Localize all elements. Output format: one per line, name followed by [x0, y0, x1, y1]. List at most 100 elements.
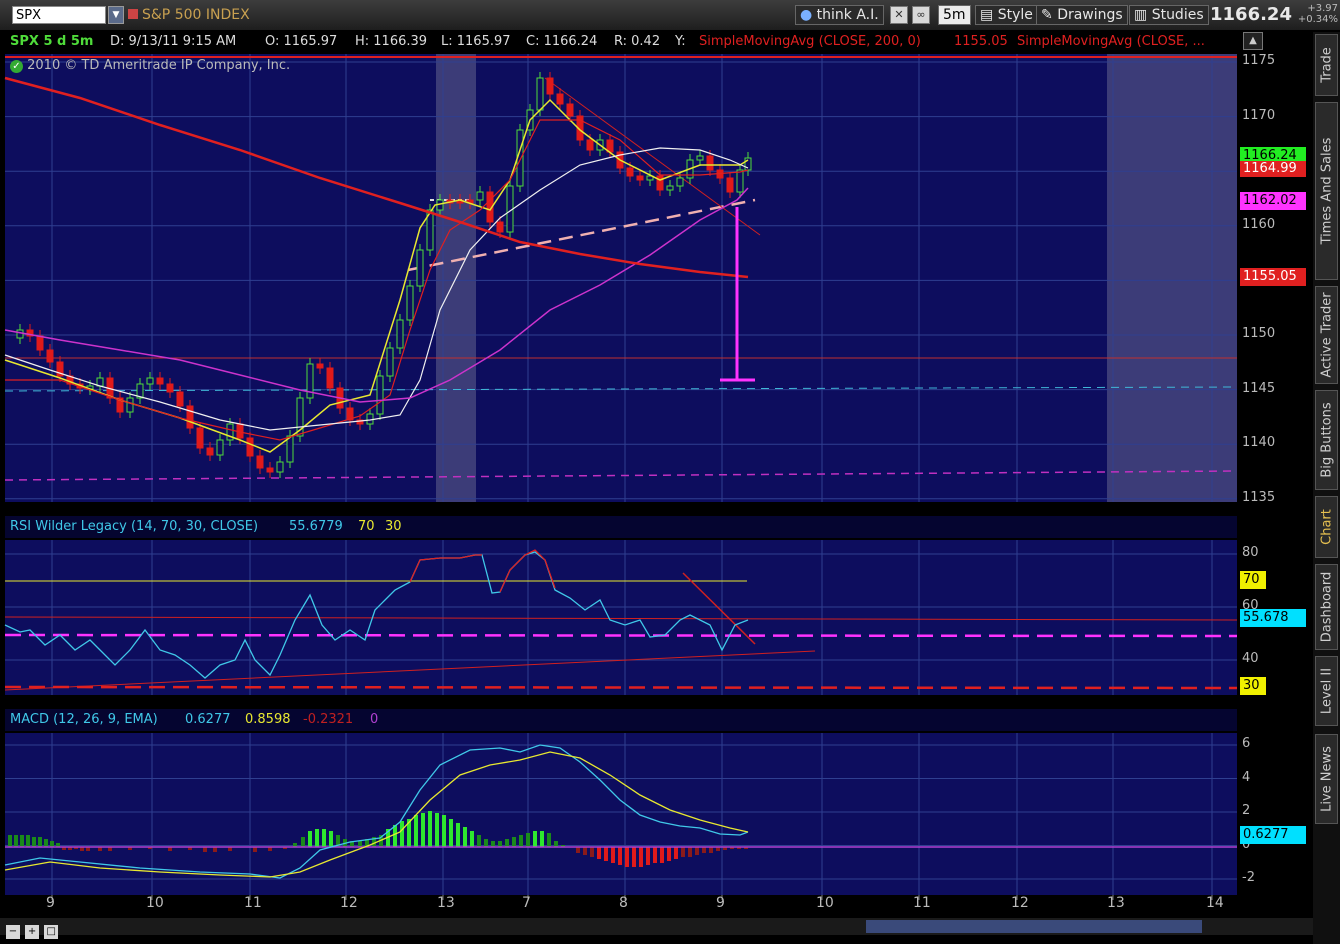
sma200-legend-value: 1155.05 [954, 34, 1008, 49]
ema-price-label: 1164.99 [1240, 161, 1306, 177]
bar-high: H: 1166.39 [355, 34, 428, 49]
candle-body [386, 347, 394, 377]
macd-hist-bar [519, 835, 523, 847]
candle-body [156, 377, 164, 385]
candle-body [676, 177, 684, 187]
candle-body [206, 447, 214, 456]
time-tick-label: 14 [1206, 895, 1224, 911]
last-price: 1166.24 [1210, 4, 1292, 25]
macd-hist-bar [442, 815, 446, 847]
style-button[interactable]: ▤ Style [975, 5, 1038, 25]
link-icon[interactable]: ∞ [912, 6, 930, 24]
macd-title: MACD (12, 26, 9, EMA) [10, 712, 158, 727]
sma50-price-label: 1162.02 [1240, 192, 1306, 210]
macd-hist-bar [625, 847, 629, 867]
candle-body [696, 155, 704, 161]
price-tick-label: 1170 [1242, 107, 1276, 123]
macd-hist-bar [484, 839, 488, 847]
scrollbar-thumb[interactable] [866, 920, 1202, 933]
side-tab-level-ii[interactable]: Level II [1315, 656, 1338, 726]
macd-hist-bar [20, 835, 24, 847]
macd-zero-value: 0 [370, 712, 379, 727]
macd-hist-bar [477, 835, 481, 847]
time-tick-label: 11 [913, 895, 931, 911]
crosshair-icon[interactable]: ✕ [890, 6, 908, 24]
drawings-button[interactable]: ✎ Drawings [1036, 5, 1128, 25]
candle-body [326, 367, 334, 389]
macd-hist-bar [604, 847, 608, 861]
macd-hist-bar [301, 837, 305, 847]
macd-hist-bar [611, 847, 615, 863]
chart-settings-icon[interactable]: ▲ [1243, 32, 1263, 50]
macd-hist-bar [308, 831, 312, 847]
side-tab-trade[interactable]: Trade [1315, 34, 1338, 96]
time-tick-label: 10 [816, 895, 834, 911]
candle-body [176, 391, 184, 407]
side-tab-label: Dashboard [1319, 571, 1334, 643]
candle-body [726, 177, 734, 193]
macd-hist-bar [38, 837, 42, 847]
price-tick-label: 1145 [1242, 380, 1276, 396]
think-ai-button[interactable]: ● think A.I. [795, 5, 884, 25]
side-tab-times-and-sales[interactable]: Times And Sales [1315, 102, 1338, 280]
price-tick-label: 1135 [1242, 489, 1276, 505]
chart-area[interactable]: SPX 5 d 5m D: 9/13/11 9:15 AM O: 1165.97… [0, 30, 1313, 944]
symbol-dropdown-button[interactable]: ▼ [108, 6, 124, 24]
side-tab-big-buttons[interactable]: Big Buttons [1315, 390, 1338, 490]
macd-hist-bar [512, 837, 516, 847]
zoom-fit-icon[interactable]: □ [44, 925, 59, 939]
macd-hist-bar [653, 847, 657, 863]
macd-hist-bar [695, 847, 699, 855]
studies-button[interactable]: ▥ Studies [1129, 5, 1209, 25]
change-value: +3.97 [1307, 3, 1338, 14]
side-tab-label: Active Trader [1319, 292, 1334, 378]
macd-hist-bar [449, 819, 453, 847]
macd-tick-label: 4 [1242, 769, 1251, 785]
candle-body [556, 93, 564, 105]
bar-date: D: 9/13/11 9:15 AM [110, 34, 237, 49]
rsi-tick-label: 80 [1242, 545, 1259, 560]
macd-hist-bar [646, 847, 650, 865]
zoom-out-icon[interactable]: − [6, 925, 20, 939]
candle-body [566, 103, 574, 117]
candle-body [744, 157, 752, 171]
side-tab-label: Level II [1319, 667, 1334, 715]
rsi-value-label: 55.678 [1240, 609, 1306, 627]
time-tick-label: 9 [46, 895, 55, 911]
macd-hist-bar [470, 831, 474, 847]
zoom-in-icon[interactable]: + [25, 925, 40, 939]
side-tab-label: Times And Sales [1319, 137, 1334, 245]
side-tab-label: Big Buttons [1319, 402, 1334, 478]
macd-hist-bar [393, 825, 397, 847]
timeframe-button[interactable]: 5m [938, 5, 971, 25]
macd-hist-bar [8, 835, 12, 847]
macd-avg-value: 0.8598 [245, 712, 291, 727]
macd-hist-bar [428, 811, 432, 847]
side-tab-active-trader[interactable]: Active Trader [1315, 286, 1338, 384]
candle-body [496, 221, 504, 233]
macd-hist-bar [583, 847, 587, 855]
time-tick-label: 8 [619, 895, 628, 911]
rsi-os-label: 30 [1240, 677, 1266, 695]
side-tab-chart[interactable]: Chart [1315, 496, 1338, 558]
candle-body [476, 191, 484, 201]
price-tick-label: 1160 [1242, 216, 1276, 232]
candle-body [186, 405, 194, 429]
candle-body [366, 413, 374, 425]
rsi-os-value: 30 [385, 519, 402, 534]
candle-body [706, 155, 714, 171]
time-tick-label: 13 [1107, 895, 1125, 911]
symbol-input[interactable]: SPX [12, 6, 106, 24]
macd-hist-bar [554, 841, 558, 847]
check-icon: ✓ [10, 60, 23, 73]
time-tick-label: 12 [340, 895, 358, 911]
side-tab-live-news[interactable]: Live News [1315, 734, 1338, 824]
toolbar: SPX ▼ S&P 500 INDEX ● think A.I. ✕ ∞ 5m … [0, 0, 1340, 30]
change-percent: +0.34% [1297, 14, 1338, 25]
candle-body [396, 319, 404, 349]
brain-icon: ● [800, 7, 813, 23]
macd-hist-bar [329, 831, 333, 847]
side-tab-dashboard[interactable]: Dashboard [1315, 564, 1338, 650]
chart-canvas[interactable] [0, 30, 1313, 944]
macd-hist-bar [709, 847, 713, 853]
